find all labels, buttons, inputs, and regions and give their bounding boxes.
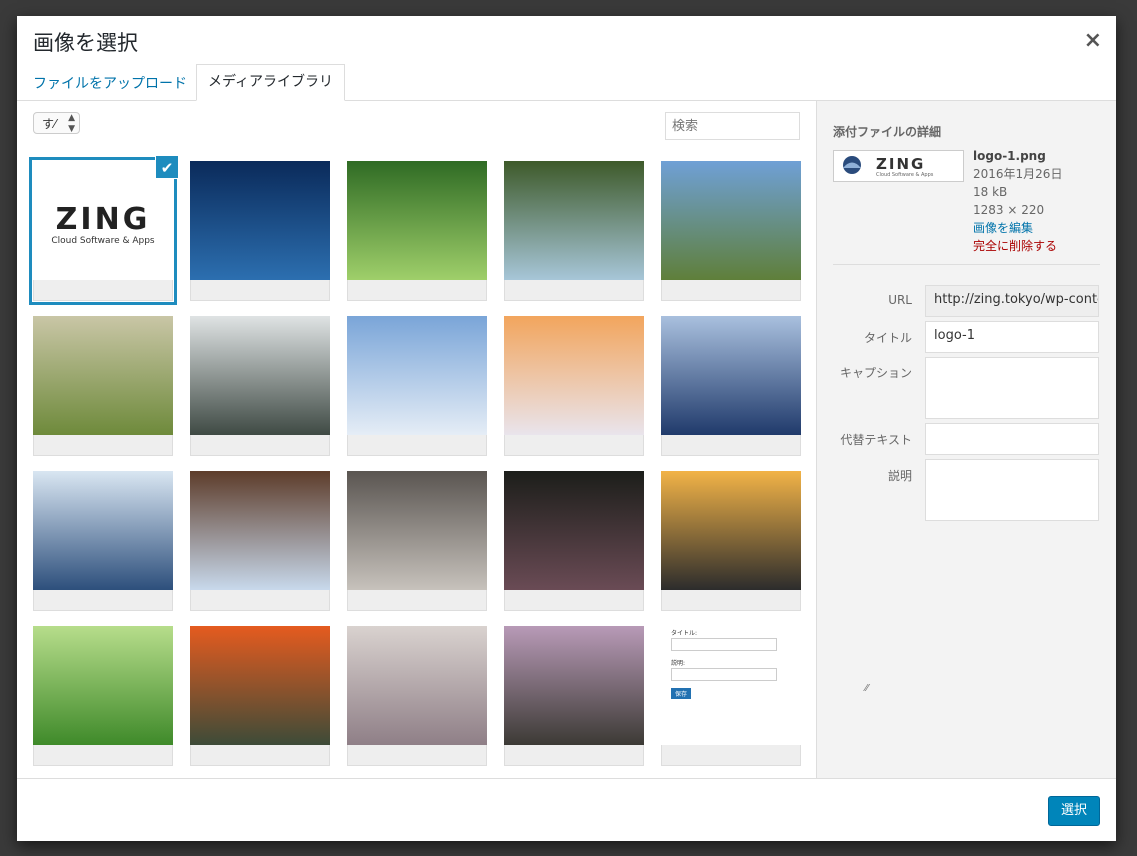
- logo-tagline: Cloud Software & Apps: [51, 236, 155, 246]
- file-info: logo-1.png 2016年1月26日 18 kB 1283 × 220 画…: [973, 147, 1062, 255]
- details-heading: 添付ファイルの詳細: [833, 125, 942, 139]
- attachment-details-sidebar: 添付ファイルの詳細 ZING Cloud Software & Apps log…: [816, 101, 1116, 778]
- attachment-thumbnail: [347, 471, 487, 590]
- attachment-thumbnail: [33, 626, 173, 745]
- edit-image-link[interactable]: 画像を編集: [973, 219, 1062, 237]
- attachment-fog-forest[interactable]: [190, 316, 330, 456]
- tab-bar: ファイルをアップロード メディアライブラリ: [17, 64, 1116, 101]
- attachment-thumbnail: ZING Cloud Software & Apps: [33, 161, 173, 280]
- form-desc-label: 説明:: [671, 660, 686, 667]
- attachment-thumbnail: [504, 626, 644, 745]
- modal-toolbar: 選択: [17, 778, 1116, 841]
- attachment-logo[interactable]: ZING Cloud Software & Apps ✔: [29, 155, 179, 305]
- attachment-maple[interactable]: [190, 626, 330, 766]
- media-filter-select[interactable]: す⁄ ▲ ▼: [33, 112, 80, 134]
- attachments-browser: す⁄ ▲▼ ZINGCloud Software & Apps✔タイトル:説明:…: [17, 101, 816, 778]
- media-modal: 画像を選択 × ファイルをアップロード メディアライブラリ す⁄ ▲▼ ZING…: [17, 16, 1116, 841]
- attachment-thumbnail: [504, 161, 644, 280]
- attachment-thumbnail: [33, 471, 173, 590]
- attachment-plain[interactable]: [33, 316, 173, 456]
- attachment-jungle[interactable]: [347, 161, 487, 301]
- attachment-bamboo[interactable]: [33, 626, 173, 766]
- caption-label: キャプション: [839, 366, 912, 380]
- attachment-thumbnail: [347, 161, 487, 280]
- attachment-thumbnail: [661, 471, 801, 590]
- logo-wordmark: ZING: [56, 202, 151, 237]
- attachment-ice-water[interactable]: [661, 316, 801, 456]
- logo-tagline-small: Cloud Software & Apps: [876, 172, 934, 178]
- checkmark-icon[interactable]: ✔: [155, 155, 179, 179]
- modal-title: 画像を選択: [33, 31, 138, 55]
- attachment-thumbnail: [504, 471, 644, 590]
- attachment-snow-forest[interactable]: [190, 471, 330, 611]
- attachment-thumbnail: [504, 316, 644, 435]
- search-input[interactable]: [665, 112, 800, 140]
- attachment-thumbnail: [661, 316, 801, 435]
- zing-logo-small: ZING Cloud Software & Apps: [843, 155, 934, 178]
- attachment-winter-lake[interactable]: [33, 471, 173, 611]
- logo-wordmark-small: ZING: [876, 155, 925, 173]
- tab-media-library[interactable]: メディアライブラリ: [196, 64, 346, 101]
- form-save-button: 保存: [671, 688, 692, 699]
- attachment-sunset-snow[interactable]: [504, 316, 644, 456]
- attachment-dusk-valley[interactable]: [661, 471, 801, 611]
- close-icon[interactable]: ×: [1084, 28, 1102, 53]
- divider: [833, 264, 1100, 265]
- details-thumbnail: ZING Cloud Software & Apps: [833, 150, 964, 182]
- attachment-thumbnail: [347, 316, 487, 435]
- upload-date: 2016年1月26日: [973, 167, 1063, 181]
- attachment-river[interactable]: [504, 161, 644, 301]
- title-field[interactable]: logo-1: [925, 321, 1099, 353]
- attachment-thumbnail: [190, 626, 330, 745]
- attachment-thumbnail: [190, 161, 330, 280]
- filename: logo-1.png: [973, 149, 1046, 163]
- attachment-form-screenshot[interactable]: タイトル: 説明: 保存: [661, 626, 801, 766]
- url-field[interactable]: http://zing.tokyo/wp-content/uploads/201…: [925, 285, 1099, 317]
- attachment-thumbnail: [33, 316, 173, 435]
- attachment-dark-flower[interactable]: [504, 471, 644, 611]
- attachment-thumbnail: [190, 471, 330, 590]
- url-label: URL: [888, 293, 912, 307]
- delete-permanently-link[interactable]: 完全に削除する: [973, 237, 1062, 255]
- attachment-rose-pale[interactable]: [347, 626, 487, 766]
- select-button[interactable]: 選択: [1048, 796, 1100, 826]
- alt-text-label: 代替テキスト: [840, 433, 912, 447]
- description-field[interactable]: [925, 459, 1099, 521]
- attachment-thumbnail: [190, 316, 330, 435]
- select-arrows-icon: ▲ ▼: [68, 113, 75, 134]
- form-desc-input: [671, 668, 777, 681]
- tab-upload[interactable]: ファイルをアップロード: [33, 73, 187, 93]
- title-label: タイトル: [863, 331, 912, 345]
- attachment-thumbnail: [661, 161, 801, 280]
- attachment-thumbnail: [347, 626, 487, 745]
- media-filter-value: す⁄: [42, 117, 57, 131]
- attachment-mesa[interactable]: [661, 161, 801, 301]
- attachment-rose-purple[interactable]: [504, 626, 644, 766]
- attachment-snow-mountain[interactable]: [347, 316, 487, 456]
- resize-handle-icon[interactable]: ⁄⁄: [865, 683, 868, 694]
- description-label: 説明: [887, 469, 912, 483]
- caption-field[interactable]: [925, 357, 1099, 419]
- file-size: 18 kB: [973, 185, 1008, 199]
- attachment-granite[interactable]: [347, 471, 487, 611]
- alt-text-field[interactable]: [925, 423, 1099, 455]
- dimensions: 1283 × 220: [973, 203, 1045, 217]
- attachment-thumbnail: タイトル: 説明: 保存: [661, 626, 801, 745]
- form-title-label: タイトル:: [671, 630, 698, 637]
- attachment-lake-night[interactable]: [190, 161, 330, 301]
- form-title-input: [671, 638, 777, 651]
